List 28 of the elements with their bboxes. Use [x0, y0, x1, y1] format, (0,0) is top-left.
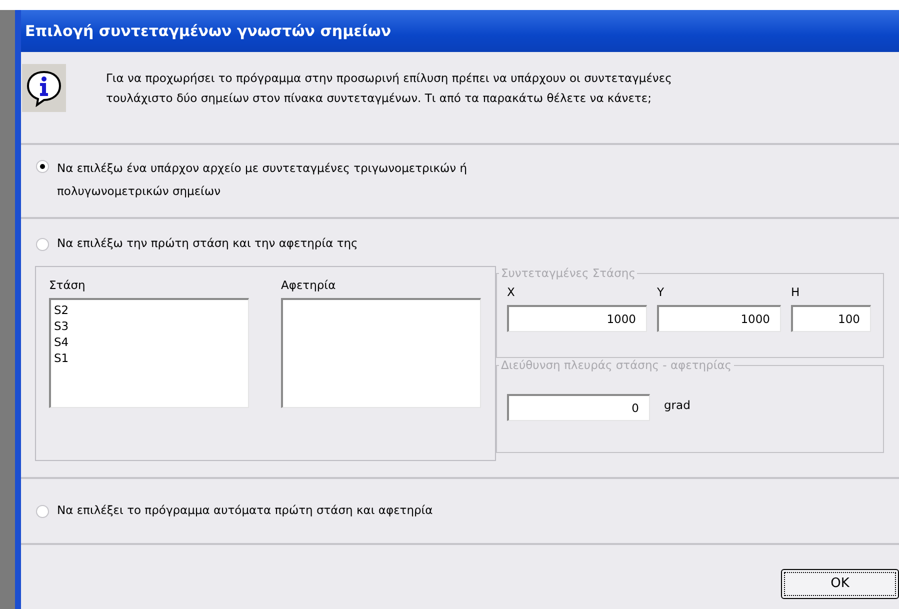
list-item[interactable]: S1: [54, 350, 69, 366]
direction-legend: Διεύθυνση πλευράς στάσης - αφετηρίας: [499, 358, 734, 372]
station-listbox[interactable]: S2 S3 S4 S1: [49, 298, 249, 408]
coordinates-legend: Συντεταγμένες Στάσης: [499, 266, 638, 280]
coordinate-label: X: [507, 284, 515, 302]
radio-button[interactable]: [36, 238, 49, 251]
direction-field[interactable]: 0: [507, 394, 650, 422]
coordinate-label: H: [791, 284, 800, 302]
coordinate-field[interactable]: 100: [791, 304, 871, 332]
unit-label: grad: [664, 397, 690, 414]
ok-button[interactable]: OK: [781, 569, 899, 599]
radio-button[interactable]: [36, 505, 49, 518]
option-label: Να επιλέξει το πρόγραμμα αυτόματα πρώτη στάση και αφετηρία: [57, 502, 433, 519]
option-label: Να επιλέξω ένα υπάρχον αρχείο με συντεταγμένες τριγωνομετρικών ή πολυγωνομετρικών σημείων: [57, 160, 468, 200]
option-label: Να επιλέξω την πρώτη στάση και την αφετηρία της: [57, 235, 358, 252]
origin-listbox[interactable]: [281, 298, 481, 408]
coordinate-label: Y: [657, 284, 664, 302]
coordinate-field[interactable]: 1000: [507, 304, 647, 332]
coordinate-field[interactable]: 1000: [657, 304, 781, 332]
origin-label: Αφετηρία: [281, 277, 337, 294]
info-icon: [22, 64, 66, 112]
list-item[interactable]: S2: [54, 302, 69, 318]
window-title: Επιλογή συντεταγμένων γνωστών σημείων: [21, 10, 899, 52]
list-item[interactable]: S3: [54, 318, 69, 334]
info-message: Για να προχωρήσει το πρόγραμμα στην προσωρινή επίλυση πρέπει να υπάρχουν οι συντεταγμένες τουλάχιστο δύο σημείων στον πίνακα συντεταγμένων. Τι από τα παρακάτω θέλετε να κάνετε;: [106, 70, 673, 107]
station-label: Στάση: [49, 277, 86, 294]
radio-button[interactable]: [36, 160, 49, 173]
list-item[interactable]: S4: [54, 334, 69, 350]
